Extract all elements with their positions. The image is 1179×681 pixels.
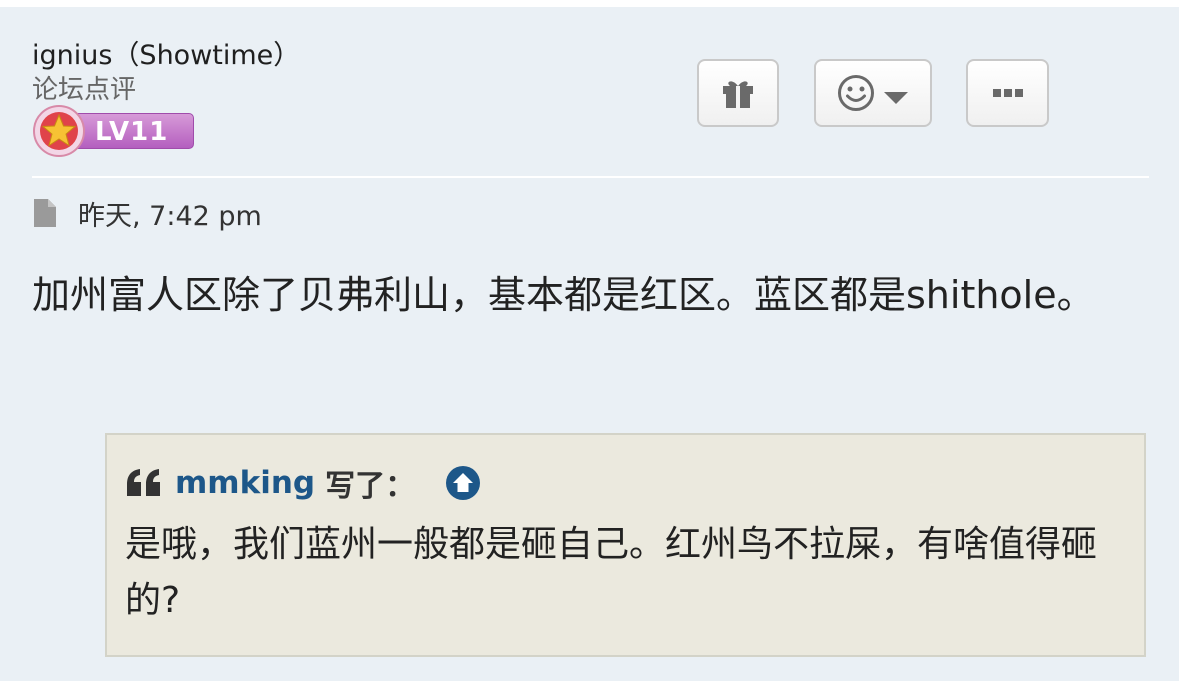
level-badge-label: LV11 <box>70 113 194 149</box>
jump-to-quoted-post-button[interactable] <box>445 465 481 501</box>
post-header-divider <box>32 176 1149 178</box>
quote-mark-icon <box>127 469 160 496</box>
arrow-up-circle-icon <box>446 466 481 500</box>
quote-header: mmking 写了： <box>125 461 481 505</box>
post-content: 加州富人区除了贝弗利山，基本都是红区。蓝区都是shithole。 <box>32 273 1095 317</box>
gift-icon <box>723 81 753 108</box>
quote-wrote-label: 写了： <box>325 469 416 504</box>
post-meta: 昨天, 7:42 pm <box>32 195 262 232</box>
post-author-rank: 论坛点评 <box>32 75 137 105</box>
post-timestamp: 昨天, 7:42 pm <box>78 200 262 232</box>
quote-text: 是哦，我们蓝州一般都是砸自己。红州鸟不拉屎，有啥值得砸的? <box>125 524 1098 621</box>
ellipsis-icon <box>992 89 1023 97</box>
level-badge: LV11 <box>32 104 196 158</box>
post-author-name[interactable]: ignius（Showtime） <box>32 33 300 72</box>
reaction-button[interactable] <box>814 59 932 127</box>
smiley-icon <box>838 75 874 111</box>
quote-block: mmking 写了： 是哦，我们蓝州一般都是砸自己。红州鸟不拉屎，有啥值得砸的? <box>105 433 1146 657</box>
forum-post: ignius（Showtime） 论坛点评 LV11 昨天, 7:42 pm 加… <box>0 7 1179 681</box>
quote-author-link[interactable]: mmking <box>175 465 315 501</box>
star-medal-icon <box>33 105 85 157</box>
top-separator <box>0 0 1179 7</box>
gift-button[interactable] <box>697 59 779 127</box>
more-options-button[interactable] <box>966 59 1049 127</box>
file-icon[interactable] <box>32 197 58 229</box>
caret-down-icon <box>884 92 908 104</box>
